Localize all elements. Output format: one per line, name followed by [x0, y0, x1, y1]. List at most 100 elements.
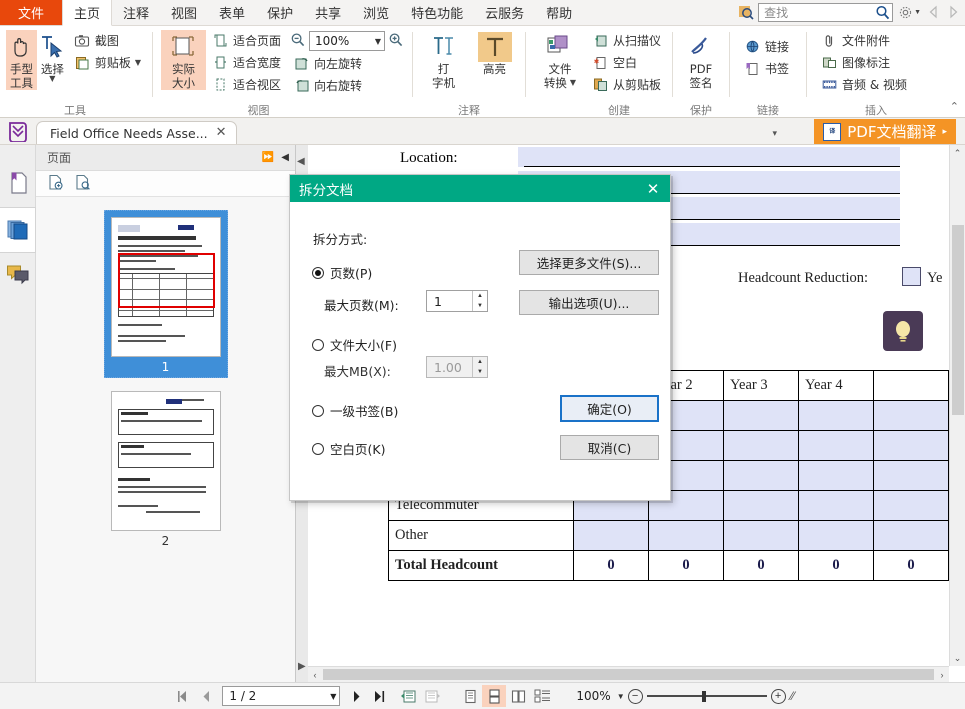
fit-visible-button[interactable]: 适合视区	[209, 74, 284, 95]
table-input-cell[interactable]	[799, 491, 874, 521]
continuous-view-button[interactable]	[482, 685, 506, 707]
chevron-down-icon[interactable]: ▼	[135, 60, 141, 66]
resize-grip-icon[interactable]: ⁄⁄	[791, 689, 795, 703]
thumbnail-item[interactable]: 2	[36, 384, 295, 552]
table-input-cell[interactable]	[874, 521, 949, 551]
stepper-down-icon[interactable]: ▼	[473, 367, 487, 377]
table-input-cell[interactable]	[724, 401, 799, 431]
chevron-down-icon[interactable]: ▼	[570, 80, 576, 86]
scrollbar-thumb[interactable]	[952, 225, 964, 415]
table-input-cell[interactable]	[724, 431, 799, 461]
prev-page-button[interactable]	[194, 685, 218, 707]
table-input-cell[interactable]	[874, 461, 949, 491]
scroll-right-icon[interactable]: ›	[935, 670, 949, 680]
back-arrow-icon[interactable]	[926, 4, 942, 20]
table-input-cell[interactable]	[724, 491, 799, 521]
chevron-right-icon[interactable]: ▸	[942, 127, 947, 137]
image-annotation-button[interactable]: 图像标注	[818, 52, 910, 73]
blank-page-button[interactable]: 空白	[589, 52, 664, 73]
scroll-down-icon[interactable]: ⌄	[950, 650, 965, 666]
from-scanner-button[interactable]: 从扫描仪	[589, 30, 664, 51]
rotate-left-button[interactable]: 向左旋转	[290, 53, 404, 74]
ok-button[interactable]: 确定(O)	[560, 395, 659, 422]
menu-tab-help[interactable]: 帮助	[535, 0, 583, 25]
sidebar-item-bookmarks[interactable]	[0, 161, 36, 207]
table-input-cell[interactable]	[574, 521, 649, 551]
table-input-cell[interactable]	[874, 431, 949, 461]
menu-tab-home[interactable]: 主页	[62, 0, 112, 26]
thumbnail-page-2[interactable]: 2	[104, 384, 228, 552]
max-pages-stepper[interactable]: 1 ▲ ▼	[426, 290, 488, 312]
stepper-up-icon[interactable]: ▲	[473, 291, 487, 301]
thumbnail-item[interactable]: 1	[36, 210, 295, 378]
highlight-button[interactable]: 高亮	[472, 30, 517, 76]
menu-tab-protect[interactable]: 保护	[256, 0, 304, 25]
rotate-right-button[interactable]: 向右旋转	[290, 75, 404, 96]
horizontal-scrollbar[interactable]: ‹ ›	[308, 666, 949, 682]
table-input-cell[interactable]	[799, 431, 874, 461]
hand-tool-button[interactable]: 手型 工具	[6, 30, 37, 90]
bookmark-button[interactable]: 书签	[741, 58, 792, 79]
collapse-icon[interactable]: ◀	[281, 152, 289, 163]
zoom-out-icon[interactable]: −	[628, 689, 643, 704]
settings-button[interactable]: ▼	[896, 5, 923, 20]
next-page-button[interactable]	[344, 685, 368, 707]
menu-tab-browse[interactable]: 浏览	[352, 0, 400, 25]
scroll-up-icon[interactable]: ⌃	[950, 145, 965, 161]
tab-overflow-icon[interactable]: ▾	[772, 128, 777, 139]
from-clipboard-button[interactable]: 从剪贴板	[589, 74, 664, 95]
forward-arrow-icon[interactable]	[945, 4, 961, 20]
facing-view-button[interactable]	[506, 685, 530, 707]
stepper-down-icon[interactable]: ▼	[473, 301, 487, 311]
sidebar-item-pages[interactable]	[0, 207, 36, 253]
menu-tab-form[interactable]: 表单	[208, 0, 256, 25]
radio-option-filesize[interactable]: 文件大小(F)	[312, 335, 397, 354]
file-attachment-button[interactable]: 文件附件	[818, 30, 910, 51]
expand-icon[interactable]: ⏩	[262, 152, 274, 163]
pdf-translate-button[interactable]: 译 PDF文档翻译 ▸	[814, 119, 956, 144]
link-button[interactable]: 链接	[741, 36, 792, 57]
menu-tab-features[interactable]: 特色功能	[400, 0, 474, 25]
single-page-view-button[interactable]	[458, 685, 482, 707]
thumbnail-page-1[interactable]: 1	[104, 210, 228, 378]
table-input-cell[interactable]	[799, 461, 874, 491]
snapshot-button[interactable]: 截图	[71, 30, 144, 51]
typewriter-button[interactable]: 打 字机	[421, 30, 466, 90]
actual-size-button[interactable]: 实际 大小	[161, 30, 206, 90]
page-number-select[interactable]: 1 / 2 ▼	[222, 686, 340, 706]
zoom-in-icon[interactable]: +	[771, 689, 786, 704]
menu-tab-cloud[interactable]: 云服务	[474, 0, 535, 25]
sidebar-item-comments[interactable]	[0, 253, 36, 299]
facing-continuous-view-button[interactable]	[530, 685, 554, 707]
zoom-in-icon[interactable]	[388, 32, 404, 51]
chevron-right-icon[interactable]: ▶	[298, 661, 306, 672]
zoom-slider[interactable]	[647, 689, 767, 703]
chevron-left-icon[interactable]: ◀	[297, 156, 305, 167]
choose-more-files-button[interactable]: 选择更多文件(S)...	[519, 250, 659, 275]
clipboard-button[interactable]: 剪贴板 ▼	[71, 52, 144, 73]
scroll-left-icon[interactable]: ‹	[308, 670, 322, 680]
find-icon[interactable]	[737, 3, 755, 21]
zoom-level-select[interactable]: 100% ▼	[309, 31, 385, 51]
stepper-buttons[interactable]: ▲ ▼	[472, 291, 487, 311]
extract-page-icon[interactable]	[74, 174, 91, 194]
menu-tab-view[interactable]: 视图	[160, 0, 208, 25]
radio-option-bookmark[interactable]: 一级书签(B)	[312, 401, 398, 420]
scrollbar-thumb[interactable]	[323, 669, 934, 680]
stepper-up-icon[interactable]: ▲	[473, 357, 487, 367]
fit-page-button[interactable]: 适合页面	[209, 30, 284, 51]
file-convert-button[interactable]: 文件 转换 ▼	[534, 30, 586, 90]
radio-option-pages[interactable]: 页数(P)	[312, 263, 372, 282]
stepper-buttons[interactable]: ▲ ▼	[472, 357, 487, 377]
select-tool-button[interactable]: 选择 ▼	[37, 30, 68, 82]
document-tab[interactable]: Field Office Needs Asse... ✕	[36, 121, 237, 144]
chevron-down-icon[interactable]: ▼	[49, 76, 55, 82]
search-input[interactable]: 查找	[758, 3, 893, 22]
cancel-button[interactable]: 取消(C)	[560, 435, 659, 460]
close-tab-icon[interactable]: ✕	[216, 128, 227, 138]
table-input-cell[interactable]	[724, 461, 799, 491]
zoom-out-icon[interactable]	[290, 32, 306, 51]
max-mb-stepper[interactable]: 1.00 ▲ ▼	[426, 356, 488, 378]
radio-option-blankpage[interactable]: 空白页(K)	[312, 439, 385, 458]
table-input-cell[interactable]	[724, 521, 799, 551]
